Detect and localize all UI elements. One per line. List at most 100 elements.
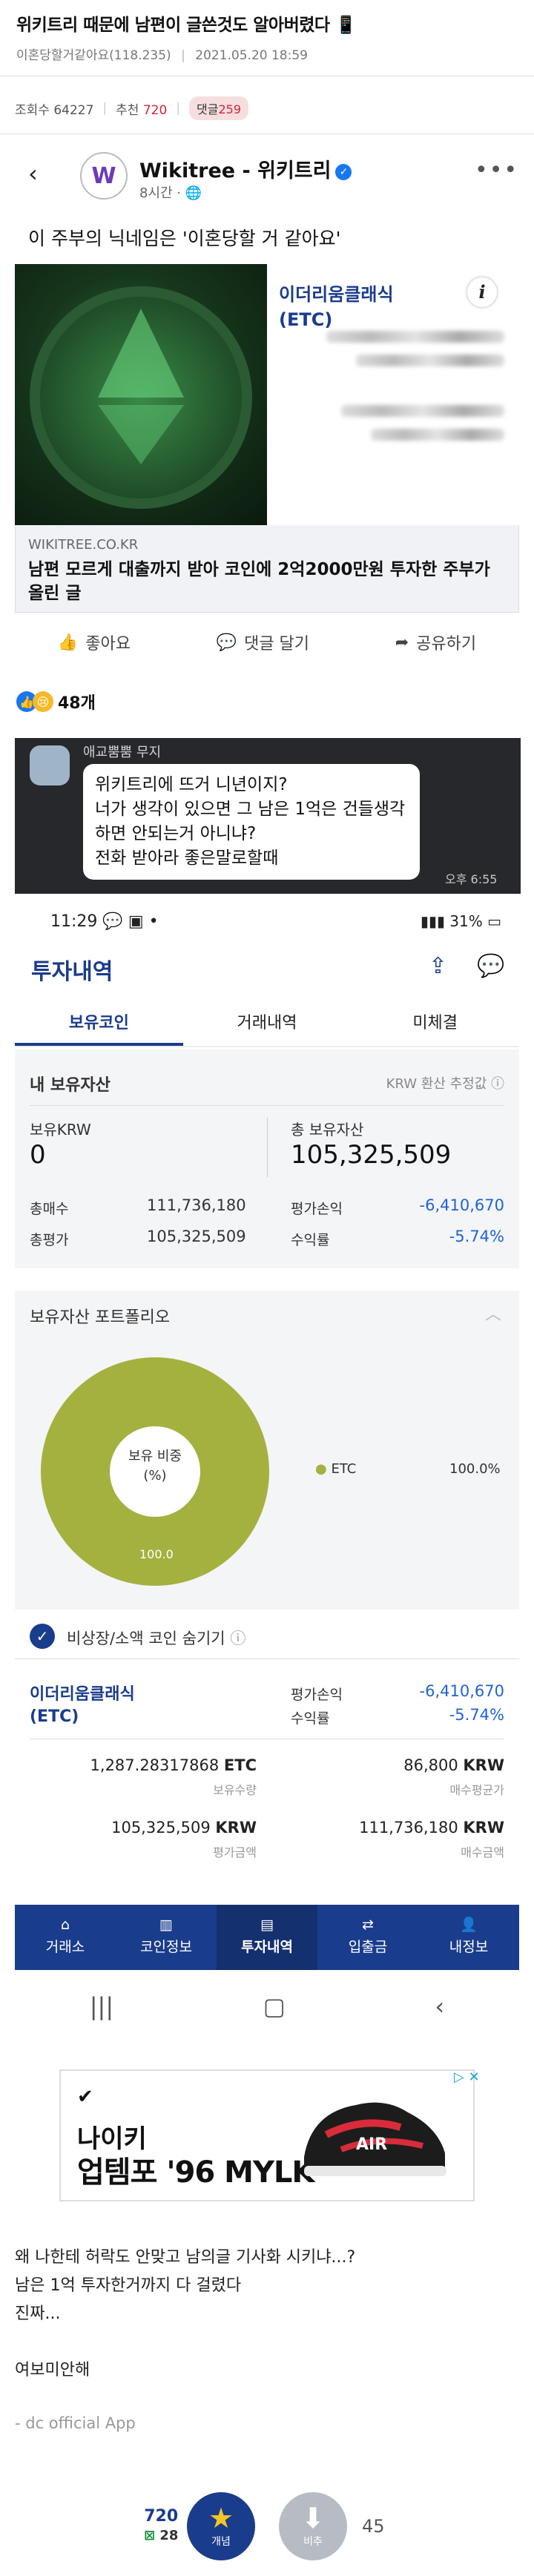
- blurred-text: [341, 405, 504, 417]
- assets-summary: 내 보유자산 KRW 환산 추정값 ⓘ 보유KRW 0 총 보유자산 105,3…: [15, 1050, 519, 1268]
- signal-icon: ▮▮▮: [420, 912, 445, 930]
- buy-amount-unit: KRW: [463, 1819, 504, 1837]
- view-count: 조회수 64227: [15, 102, 94, 118]
- recent-apps-icon: |||: [89, 1992, 114, 2020]
- person-icon: 👤: [460, 1917, 478, 1933]
- gallery-icon: ▣: [128, 912, 144, 931]
- post-title: 위키트리 때문에 남편이 글쓴것도 알아버렸다 📱: [16, 16, 357, 35]
- nav-exchange: ⌂ 거래소: [15, 1905, 116, 1970]
- back-arrow-icon: ‹: [28, 159, 38, 188]
- quantity-value: 1,287.28317868: [90, 1756, 220, 1774]
- downvote-button[interactable]: ⬇ 비추: [279, 2492, 347, 2560]
- eval-amount-unit: KRW: [215, 1819, 257, 1837]
- avg-price: 86,800 KRW: [277, 1756, 504, 1774]
- body-line: 남은 1억 투자한거까지 다 걸렸다: [15, 2276, 242, 2295]
- more-options-icon: •••: [475, 157, 519, 183]
- recommend-count: 720: [142, 102, 168, 118]
- fb-actions: 👍 좋아요 💬 댓글 달기 ➦ 공유하기: [15, 630, 519, 654]
- upvote-label: 개념: [211, 2536, 231, 2548]
- card-coin-name: 이더리움클래식 (ETC): [279, 284, 394, 330]
- upvote-count: 720 ⊠ 28: [144, 2507, 178, 2546]
- hide-small-coins-text: 비상장/소액 코인 숨기기: [67, 1630, 225, 1647]
- upvote-button[interactable]: ★ 개념: [187, 2492, 255, 2560]
- legend-item: ● ETC: [315, 1461, 356, 1477]
- total-assets-value: 105,325,509: [291, 1140, 452, 1170]
- battery-icon: ▭: [487, 912, 501, 930]
- tab-pending: 미체결: [412, 1014, 458, 1032]
- ethereum-logo-bottom: [98, 405, 184, 464]
- divider: [267, 1118, 268, 1177]
- like-label: 좋아요: [85, 635, 131, 653]
- quantity: 1,287.28317868 ETC: [30, 1756, 257, 1774]
- total-buy-label: 총매수: [30, 1201, 69, 1217]
- share-arrow-icon: ➦: [395, 633, 409, 652]
- total-assets-label: 총 보유자산: [291, 1121, 364, 1139]
- card-domain: WIKITREE.CO.KR: [28, 537, 139, 553]
- fb-post-time: 8시간 · 🌐: [139, 182, 202, 202]
- help-icon: ⓘ: [230, 1630, 246, 1647]
- phone-battery: ▮▮▮ 31% ▭: [421, 912, 501, 930]
- chat-icon: 💬: [102, 912, 123, 931]
- phone-time-text: 11:29: [50, 912, 98, 931]
- nike-swoosh-icon: ✔: [77, 2086, 93, 2108]
- thumbs-up-icon: 👍: [57, 633, 79, 652]
- page-title: 투자내역: [31, 959, 113, 985]
- krw-estimate-note: KRW 환산 추정값 ⓘ: [386, 1073, 504, 1093]
- bar-chart-icon: ▥: [159, 1917, 173, 1933]
- share-action: ➦ 공유하기: [395, 630, 476, 654]
- chat-message: 위키트리에 뜨거 니년이지? 너가 생각이 있으면 그 남은 1억은 건들생각 …: [83, 764, 420, 880]
- comment-badge-label: 댓글: [197, 102, 219, 116]
- eval-pl-label: 평가손익: [291, 1201, 343, 1217]
- comment-label: 댓글 달기: [244, 635, 310, 653]
- blurred-text: [326, 331, 504, 343]
- krw-estimate-label: KRW 환산 추정값: [386, 1076, 487, 1092]
- downvote-label: 비추: [303, 2536, 323, 2548]
- reaction-summary: 👍 😢 48개: [16, 690, 96, 714]
- app-signature: - dc official App: [15, 2414, 136, 2432]
- portfolio-label: 보유자산 포트폴리오: [30, 1308, 171, 1327]
- chat-time: 오후 6:55: [445, 872, 498, 886]
- eval-pl-value: -6,410,670: [419, 1196, 504, 1214]
- buy-amount-value: 111,736,180: [359, 1819, 458, 1837]
- phone-status-bar: 11:29 💬 ▣ • ▮▮▮ 31% ▭: [15, 905, 519, 942]
- fixed-count: 28: [159, 2528, 179, 2543]
- comment-badge[interactable]: 댓글259: [189, 96, 249, 120]
- nav-deposit: ⇄ 입출금: [317, 1905, 418, 1970]
- quantity-label: 보유수량: [213, 1783, 257, 1797]
- ad-close-icon[interactable]: ▷ ✕: [454, 2069, 480, 2085]
- comment-badge-count: 259: [218, 102, 242, 116]
- coin-pl-label: 평가손익: [291, 1687, 343, 1703]
- blurred-text: [371, 429, 504, 441]
- chevron-up-icon: ︿: [484, 1305, 501, 1324]
- post-meta: 이혼당할거같아요(118.235) | 2021.05.20 18:59: [16, 48, 308, 63]
- help-icon: ⓘ: [491, 1076, 504, 1092]
- ethereum-logo-top: [98, 309, 184, 398]
- transfer-icon: ⇄: [362, 1917, 374, 1933]
- star-icon: ★: [208, 2502, 234, 2534]
- info-icon: i: [467, 277, 497, 307]
- total-eval-label: 총평가: [30, 1232, 69, 1248]
- header-actions: ⇪ 💬: [429, 953, 505, 979]
- coin-return-label: 수익률: [291, 1710, 330, 1727]
- avatar: [30, 745, 70, 785]
- coin-pl-value: -6,410,670: [419, 1682, 504, 1700]
- fb-page-name-text: Wikitree - 위키트리: [139, 159, 332, 182]
- wikitree-logo-letter: W: [91, 162, 116, 189]
- nav-my-info-label: 내정보: [449, 1939, 489, 1955]
- sneaker-image: AIR: [297, 2083, 452, 2187]
- post-author[interactable]: 이혼당할거같아요(118.235): [16, 48, 171, 63]
- body-line: 진짜...: [15, 2305, 61, 2323]
- blurred-text: [356, 355, 504, 366]
- chat-icon: 💬: [477, 953, 505, 979]
- svg-text:AIR: AIR: [356, 2135, 387, 2154]
- phone-time: 11:29 💬 ▣ •: [50, 912, 159, 931]
- legend-percent: 100.0%: [449, 1461, 501, 1477]
- nav-deposit-label: 입출금: [348, 1939, 388, 1955]
- eval-amount: 105,325,509 KRW: [30, 1819, 257, 1837]
- upvote-count-value: 720: [144, 2507, 179, 2526]
- document-icon: ▤: [260, 1917, 274, 1933]
- tab-holdings: 보유코인: [15, 1001, 183, 1046]
- home-icon: ⌂: [60, 1917, 70, 1933]
- ethereum-coin-image: [15, 264, 267, 525]
- body-line: 여보미안해: [15, 2361, 90, 2379]
